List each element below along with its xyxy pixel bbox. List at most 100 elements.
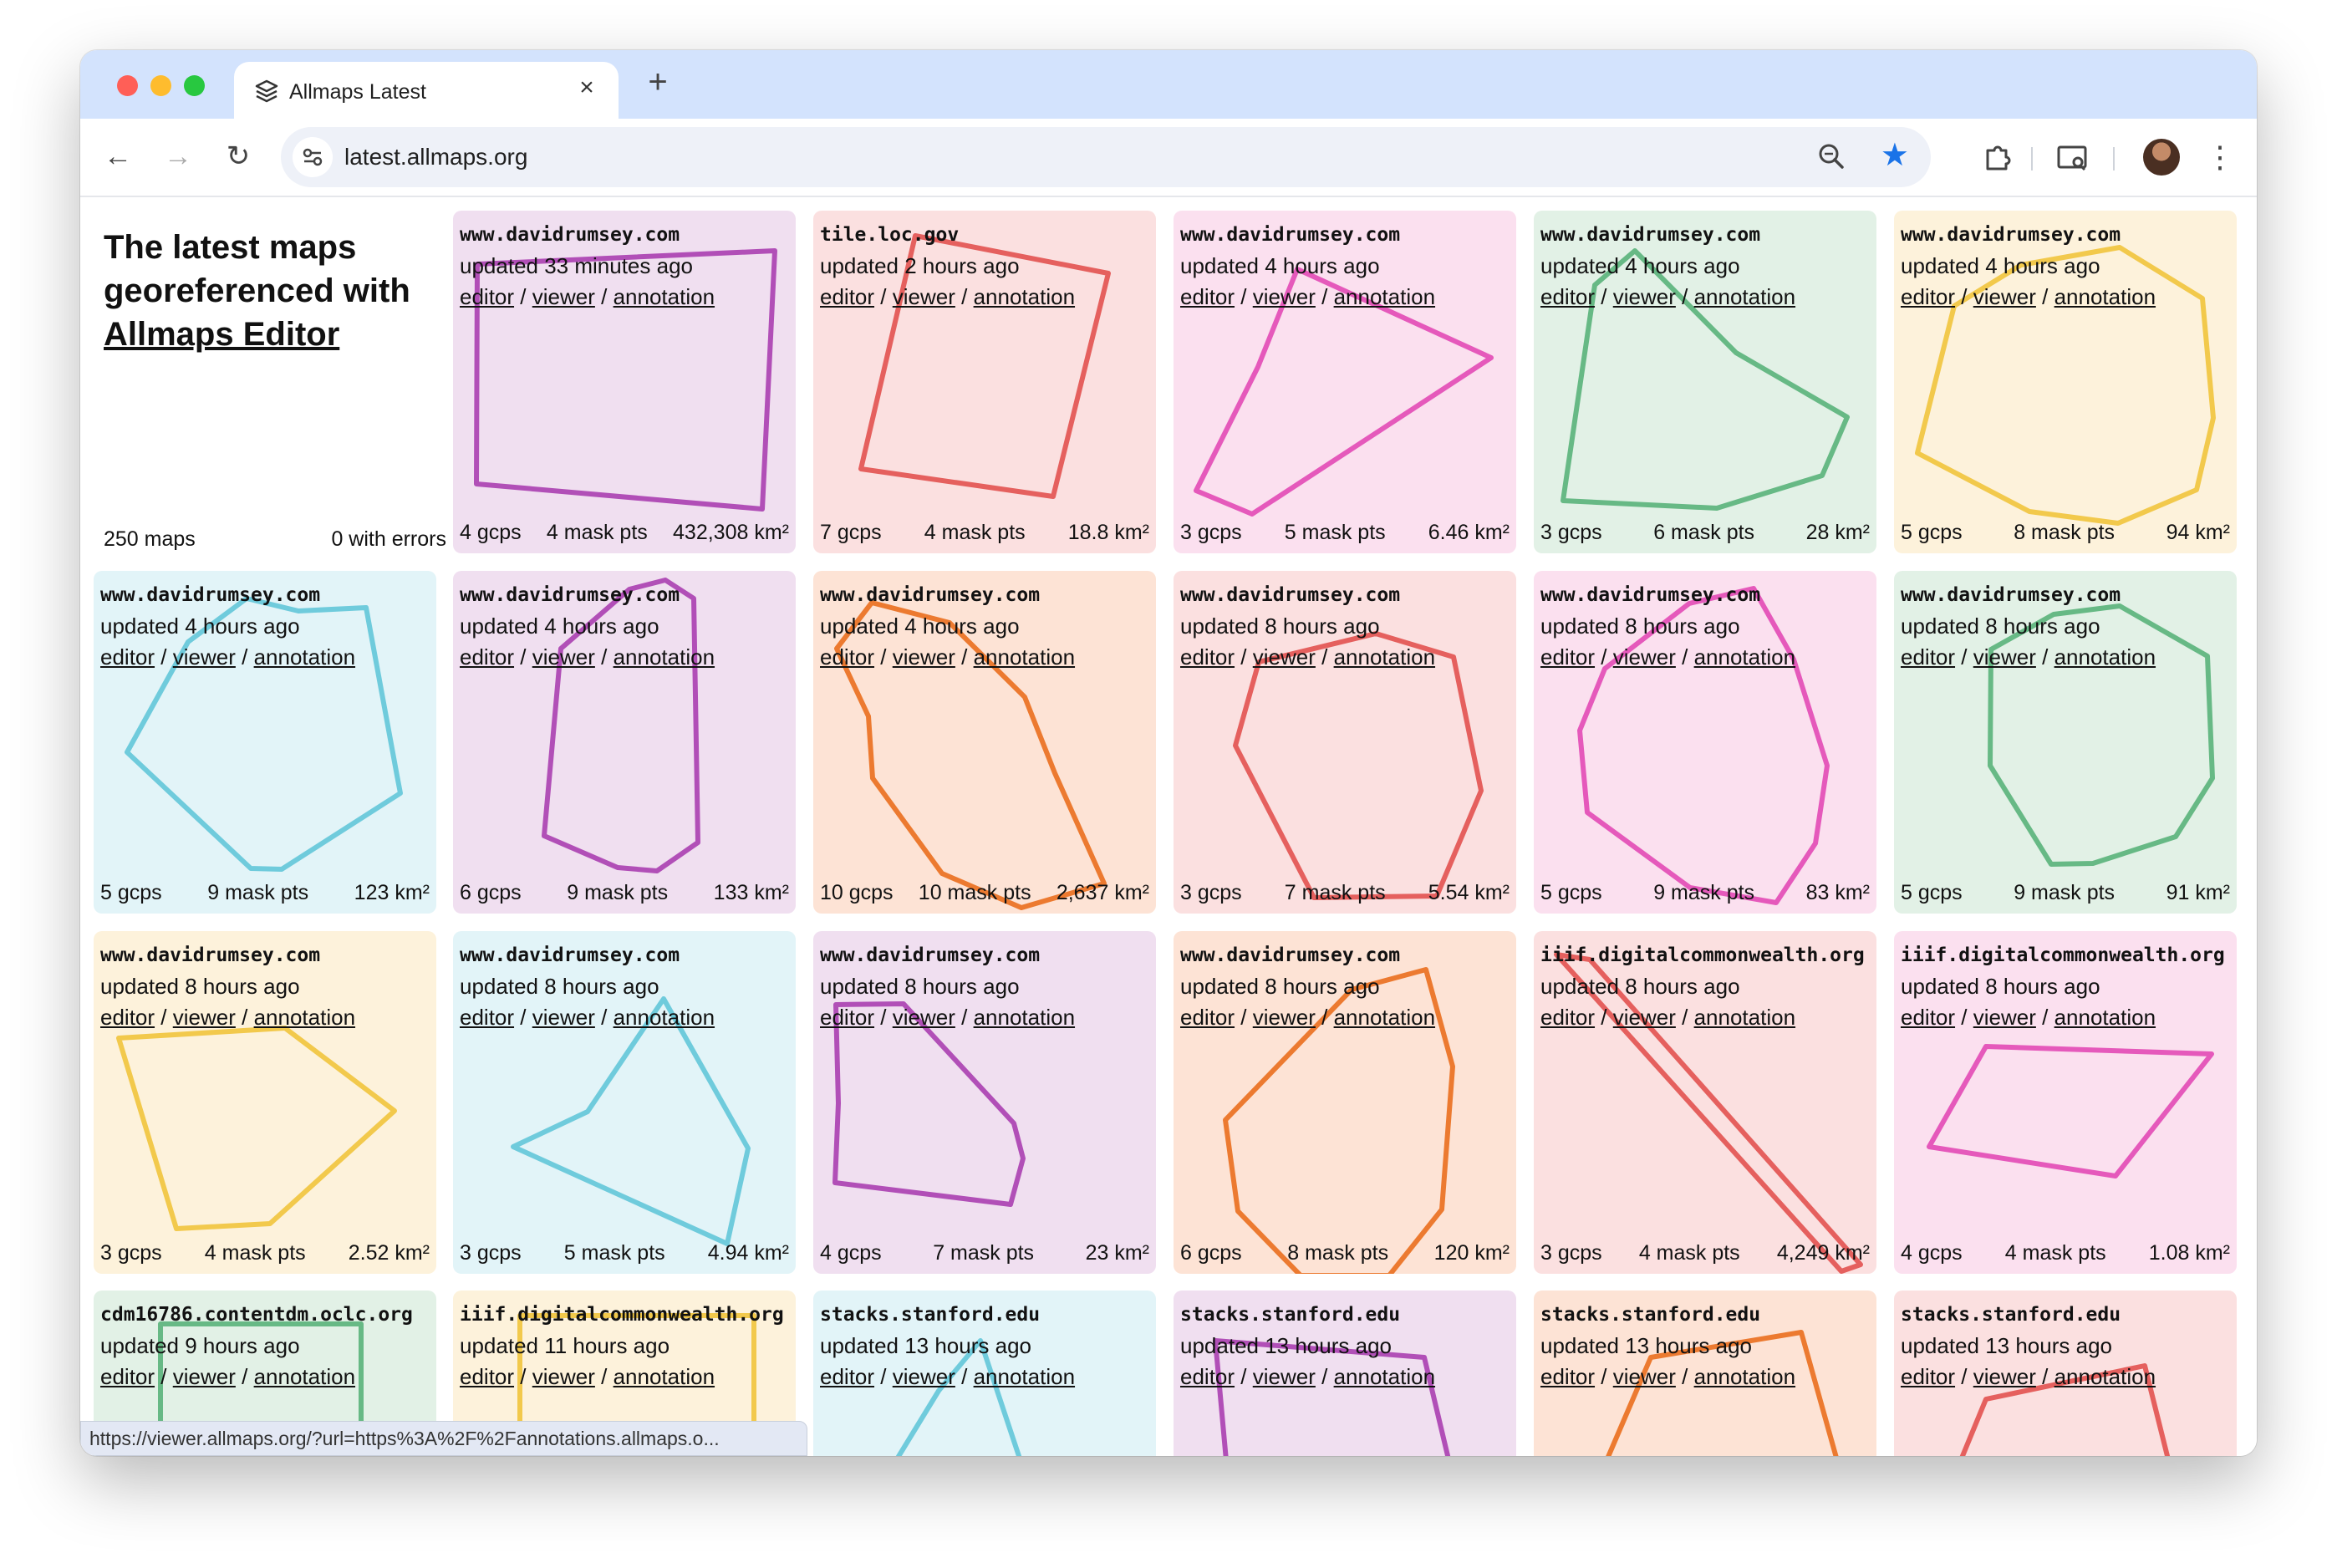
gcps-count: 4 gcps (820, 1241, 882, 1265)
editor-link[interactable]: editor (1180, 1364, 1235, 1389)
viewer-link[interactable]: viewer (173, 644, 236, 669)
new-tab-button[interactable]: + (637, 64, 679, 101)
tab-search-icon[interactable] (2051, 137, 2093, 179)
extensions-puzzle-icon[interactable] (1978, 137, 2019, 179)
editor-link[interactable]: editor (1901, 644, 1955, 669)
editor-link[interactable]: editor (100, 644, 155, 669)
viewer-link[interactable]: viewer (893, 644, 955, 669)
editor-link[interactable]: editor (1901, 284, 1955, 309)
url-text[interactable]: latest.allmaps.org (344, 144, 527, 171)
editor-link[interactable]: editor (1901, 1364, 1955, 1389)
viewer-link[interactable]: viewer (532, 644, 595, 669)
editor-link[interactable]: editor (1540, 644, 1595, 669)
maximize-window-button[interactable] (184, 75, 205, 96)
annotation-link[interactable]: annotation (974, 1005, 1075, 1030)
zoom-icon[interactable] (1814, 139, 1851, 176)
viewer-link[interactable]: viewer (173, 1364, 236, 1389)
annotation-link[interactable]: annotation (1694, 1005, 1795, 1030)
editor-link[interactable]: editor (1540, 284, 1595, 309)
viewer-link[interactable]: viewer (1973, 644, 2036, 669)
editor-link[interactable]: editor (1180, 644, 1235, 669)
close-window-button[interactable] (117, 75, 138, 96)
annotation-link[interactable]: annotation (974, 644, 1075, 669)
viewer-link[interactable]: viewer (893, 284, 955, 309)
editor-link[interactable]: editor (1901, 1005, 1955, 1030)
map-stats: 5 gcps 9 mask pts 83 km² (1540, 881, 1870, 905)
page-content: The latest maps georeferenced with Allma… (80, 197, 2257, 1456)
editor-link[interactable]: editor (460, 1364, 514, 1389)
annotation-link[interactable]: annotation (974, 284, 1075, 309)
annotation-link[interactable]: annotation (1334, 1364, 1435, 1389)
editor-link[interactable]: editor (100, 1005, 155, 1030)
viewer-link[interactable]: viewer (893, 1005, 955, 1030)
annotation-link[interactable]: annotation (1334, 284, 1435, 309)
annotation-link[interactable]: annotation (1694, 1364, 1795, 1389)
viewer-link[interactable]: viewer (1253, 1364, 1316, 1389)
editor-link[interactable]: editor (460, 284, 514, 309)
viewer-link[interactable]: viewer (532, 284, 595, 309)
editor-link[interactable]: editor (820, 644, 874, 669)
profile-avatar[interactable] (2143, 139, 2180, 176)
reload-icon[interactable]: ↻ (217, 135, 259, 177)
gcps-count: 10 gcps (820, 881, 894, 904)
viewer-link[interactable]: viewer (1613, 1005, 1676, 1030)
map-host: www.davidrumsey.com (460, 944, 680, 966)
viewer-link[interactable]: viewer (1253, 284, 1316, 309)
viewer-link[interactable]: viewer (532, 1364, 595, 1389)
annotation-link[interactable]: annotation (254, 644, 355, 669)
viewer-link[interactable]: viewer (1613, 284, 1676, 309)
viewer-link[interactable]: viewer (1253, 644, 1316, 669)
editor-link[interactable]: editor (820, 1005, 874, 1030)
annotation-link[interactable]: annotation (974, 1364, 1075, 1389)
editor-link[interactable]: editor (1180, 284, 1235, 309)
back-arrow-icon[interactable]: ← (97, 135, 139, 177)
link-separator: / (880, 644, 887, 669)
annotation-link[interactable]: annotation (254, 1364, 355, 1389)
annotation-link[interactable]: annotation (614, 284, 715, 309)
viewer-link[interactable]: viewer (893, 1364, 955, 1389)
allmaps-editor-link[interactable]: Allmaps Editor (104, 316, 339, 353)
tab-allmaps-latest[interactable]: Allmaps Latest × (234, 62, 619, 119)
viewer-link[interactable]: viewer (1973, 1364, 2036, 1389)
annotation-link[interactable]: annotation (1334, 644, 1435, 669)
editor-link[interactable]: editor (820, 284, 874, 309)
viewer-link[interactable]: viewer (1253, 1005, 1316, 1030)
updated-time: updated 4 hours ago (1180, 253, 1380, 278)
annotation-link[interactable]: annotation (2054, 1005, 2156, 1030)
annotation-link[interactable]: annotation (614, 1364, 715, 1389)
viewer-link[interactable]: viewer (1973, 284, 2036, 309)
editor-link[interactable]: editor (1180, 1005, 1235, 1030)
tab-close-icon[interactable]: × (572, 74, 602, 102)
annotation-link[interactable]: annotation (2054, 284, 2156, 309)
editor-link[interactable]: editor (460, 644, 514, 669)
annotation-link[interactable]: annotation (1694, 284, 1795, 309)
map-card: stacks.stanford.edu updated 13 hours ago e… (813, 1291, 1156, 1456)
bookmark-star-icon[interactable]: ★ (1881, 137, 1909, 174)
address-bar[interactable]: latest.allmaps.org ★ (281, 127, 1931, 187)
viewer-link[interactable]: viewer (532, 1005, 595, 1030)
annotation-link[interactable]: annotation (2054, 1364, 2156, 1389)
editor-link[interactable]: editor (1540, 1364, 1595, 1389)
annotation-link[interactable]: annotation (254, 1005, 355, 1030)
viewer-link[interactable]: viewer (1613, 1364, 1676, 1389)
annotation-link[interactable]: annotation (1694, 644, 1795, 669)
editor-link[interactable]: editor (100, 1364, 155, 1389)
minimize-window-button[interactable] (150, 75, 171, 96)
viewer-link[interactable]: viewer (1613, 644, 1676, 669)
forward-arrow-icon[interactable]: → (157, 135, 199, 177)
more-menu-icon[interactable]: ⋮ (2203, 134, 2237, 181)
editor-link[interactable]: editor (820, 1364, 874, 1389)
page-title: The latest maps georeferenced with Allma… (104, 226, 446, 356)
editor-link[interactable]: editor (460, 1005, 514, 1030)
map-links: editor / viewer / annotation (100, 1005, 430, 1030)
site-info-icon[interactable] (293, 137, 333, 177)
annotation-link[interactable]: annotation (614, 1005, 715, 1030)
mask-points-count: 8 mask pts (2014, 521, 2116, 544)
annotation-link[interactable]: annotation (1334, 1005, 1435, 1030)
viewer-link[interactable]: viewer (173, 1005, 236, 1030)
annotation-link[interactable]: annotation (2054, 644, 2156, 669)
viewer-link[interactable]: viewer (1973, 1005, 2036, 1030)
annotation-link[interactable]: annotation (614, 644, 715, 669)
mask-points-count: 9 mask pts (1653, 881, 1755, 904)
editor-link[interactable]: editor (1540, 1005, 1595, 1030)
